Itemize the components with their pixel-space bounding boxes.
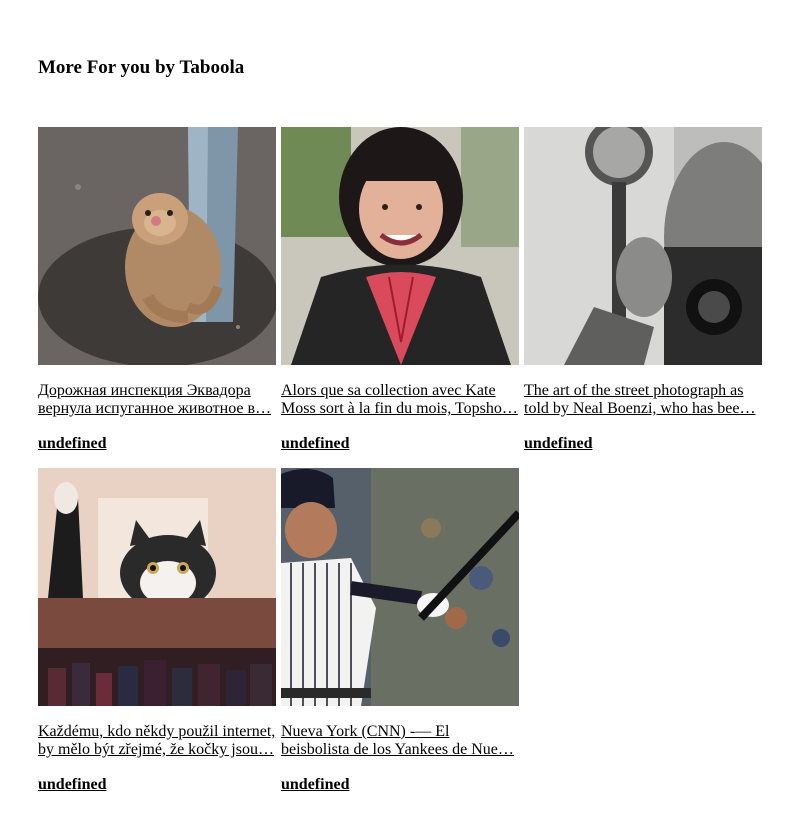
photographer-photo [524, 127, 762, 365]
card-thumbnail-link[interactable] [281, 468, 519, 706]
recommendation-card[interactable]: Alors que sa collection avec Kate Moss s… [281, 127, 519, 453]
card-title-line: вернула испуганное животное в… [38, 400, 272, 417]
card-title-line: beisbolista de los Yankees de Nue… [281, 741, 514, 758]
card-title-line: Дорожная инспекция Эквадора [38, 382, 251, 399]
card-title-link[interactable]: Alors que sa collection avec Kate Moss s… [281, 382, 519, 418]
woman-portrait-photo [281, 127, 519, 365]
card-thumbnail-link[interactable] [38, 468, 276, 706]
card-branding-link[interactable]: undefined [38, 435, 276, 453]
card-title-link[interactable]: Každému, kdo někdy použil internet, by m… [38, 723, 276, 759]
sloth-photo [38, 127, 276, 365]
card-title-line: Moss sort à la fin du mois, Topsho… [281, 400, 518, 417]
card-thumbnail-link[interactable] [524, 127, 762, 365]
card-branding-link[interactable]: undefined [281, 435, 519, 453]
card-title-link[interactable]: Nueva York (CNN) -— El beisbolista de lo… [281, 723, 519, 759]
card-branding-link[interactable]: undefined [38, 776, 276, 794]
card-title-link[interactable]: Дорожная инспекция Эквадора вернула испу… [38, 382, 276, 418]
card-branding-link[interactable]: undefined [281, 776, 519, 794]
recommendation-card[interactable]: Každému, kdo někdy použil internet, by m… [38, 468, 276, 794]
cat-photo [38, 468, 276, 706]
widget-heading: More For you by Taboola [38, 57, 245, 78]
recommendation-card[interactable]: Nueva York (CNN) -— El beisbolista de lo… [281, 468, 519, 794]
card-title-line: Alors que sa collection avec Kate [281, 382, 496, 399]
card-title-line: by mělo být zřejmé, že kočky jsou… [38, 741, 274, 758]
baseball-player-photo [281, 468, 519, 706]
card-branding-link[interactable]: undefined [524, 435, 762, 453]
card-title-line: Každému, kdo někdy použil internet, [38, 723, 276, 740]
card-thumbnail-link[interactable] [281, 127, 519, 365]
recommendation-card[interactable]: The art of the street photograph as told… [524, 127, 762, 453]
card-thumbnail-link[interactable] [38, 127, 276, 365]
card-title-line: Nueva York (CNN) -— El [281, 723, 450, 740]
card-title-line: told by Neal Boenzi, who has bee… [524, 400, 756, 417]
card-title-line: The art of the street photograph as [524, 382, 744, 399]
card-title-link[interactable]: The art of the street photograph as told… [524, 382, 762, 418]
recommendation-card[interactable]: Дорожная инспекция Эквадора вернула испу… [38, 127, 276, 453]
